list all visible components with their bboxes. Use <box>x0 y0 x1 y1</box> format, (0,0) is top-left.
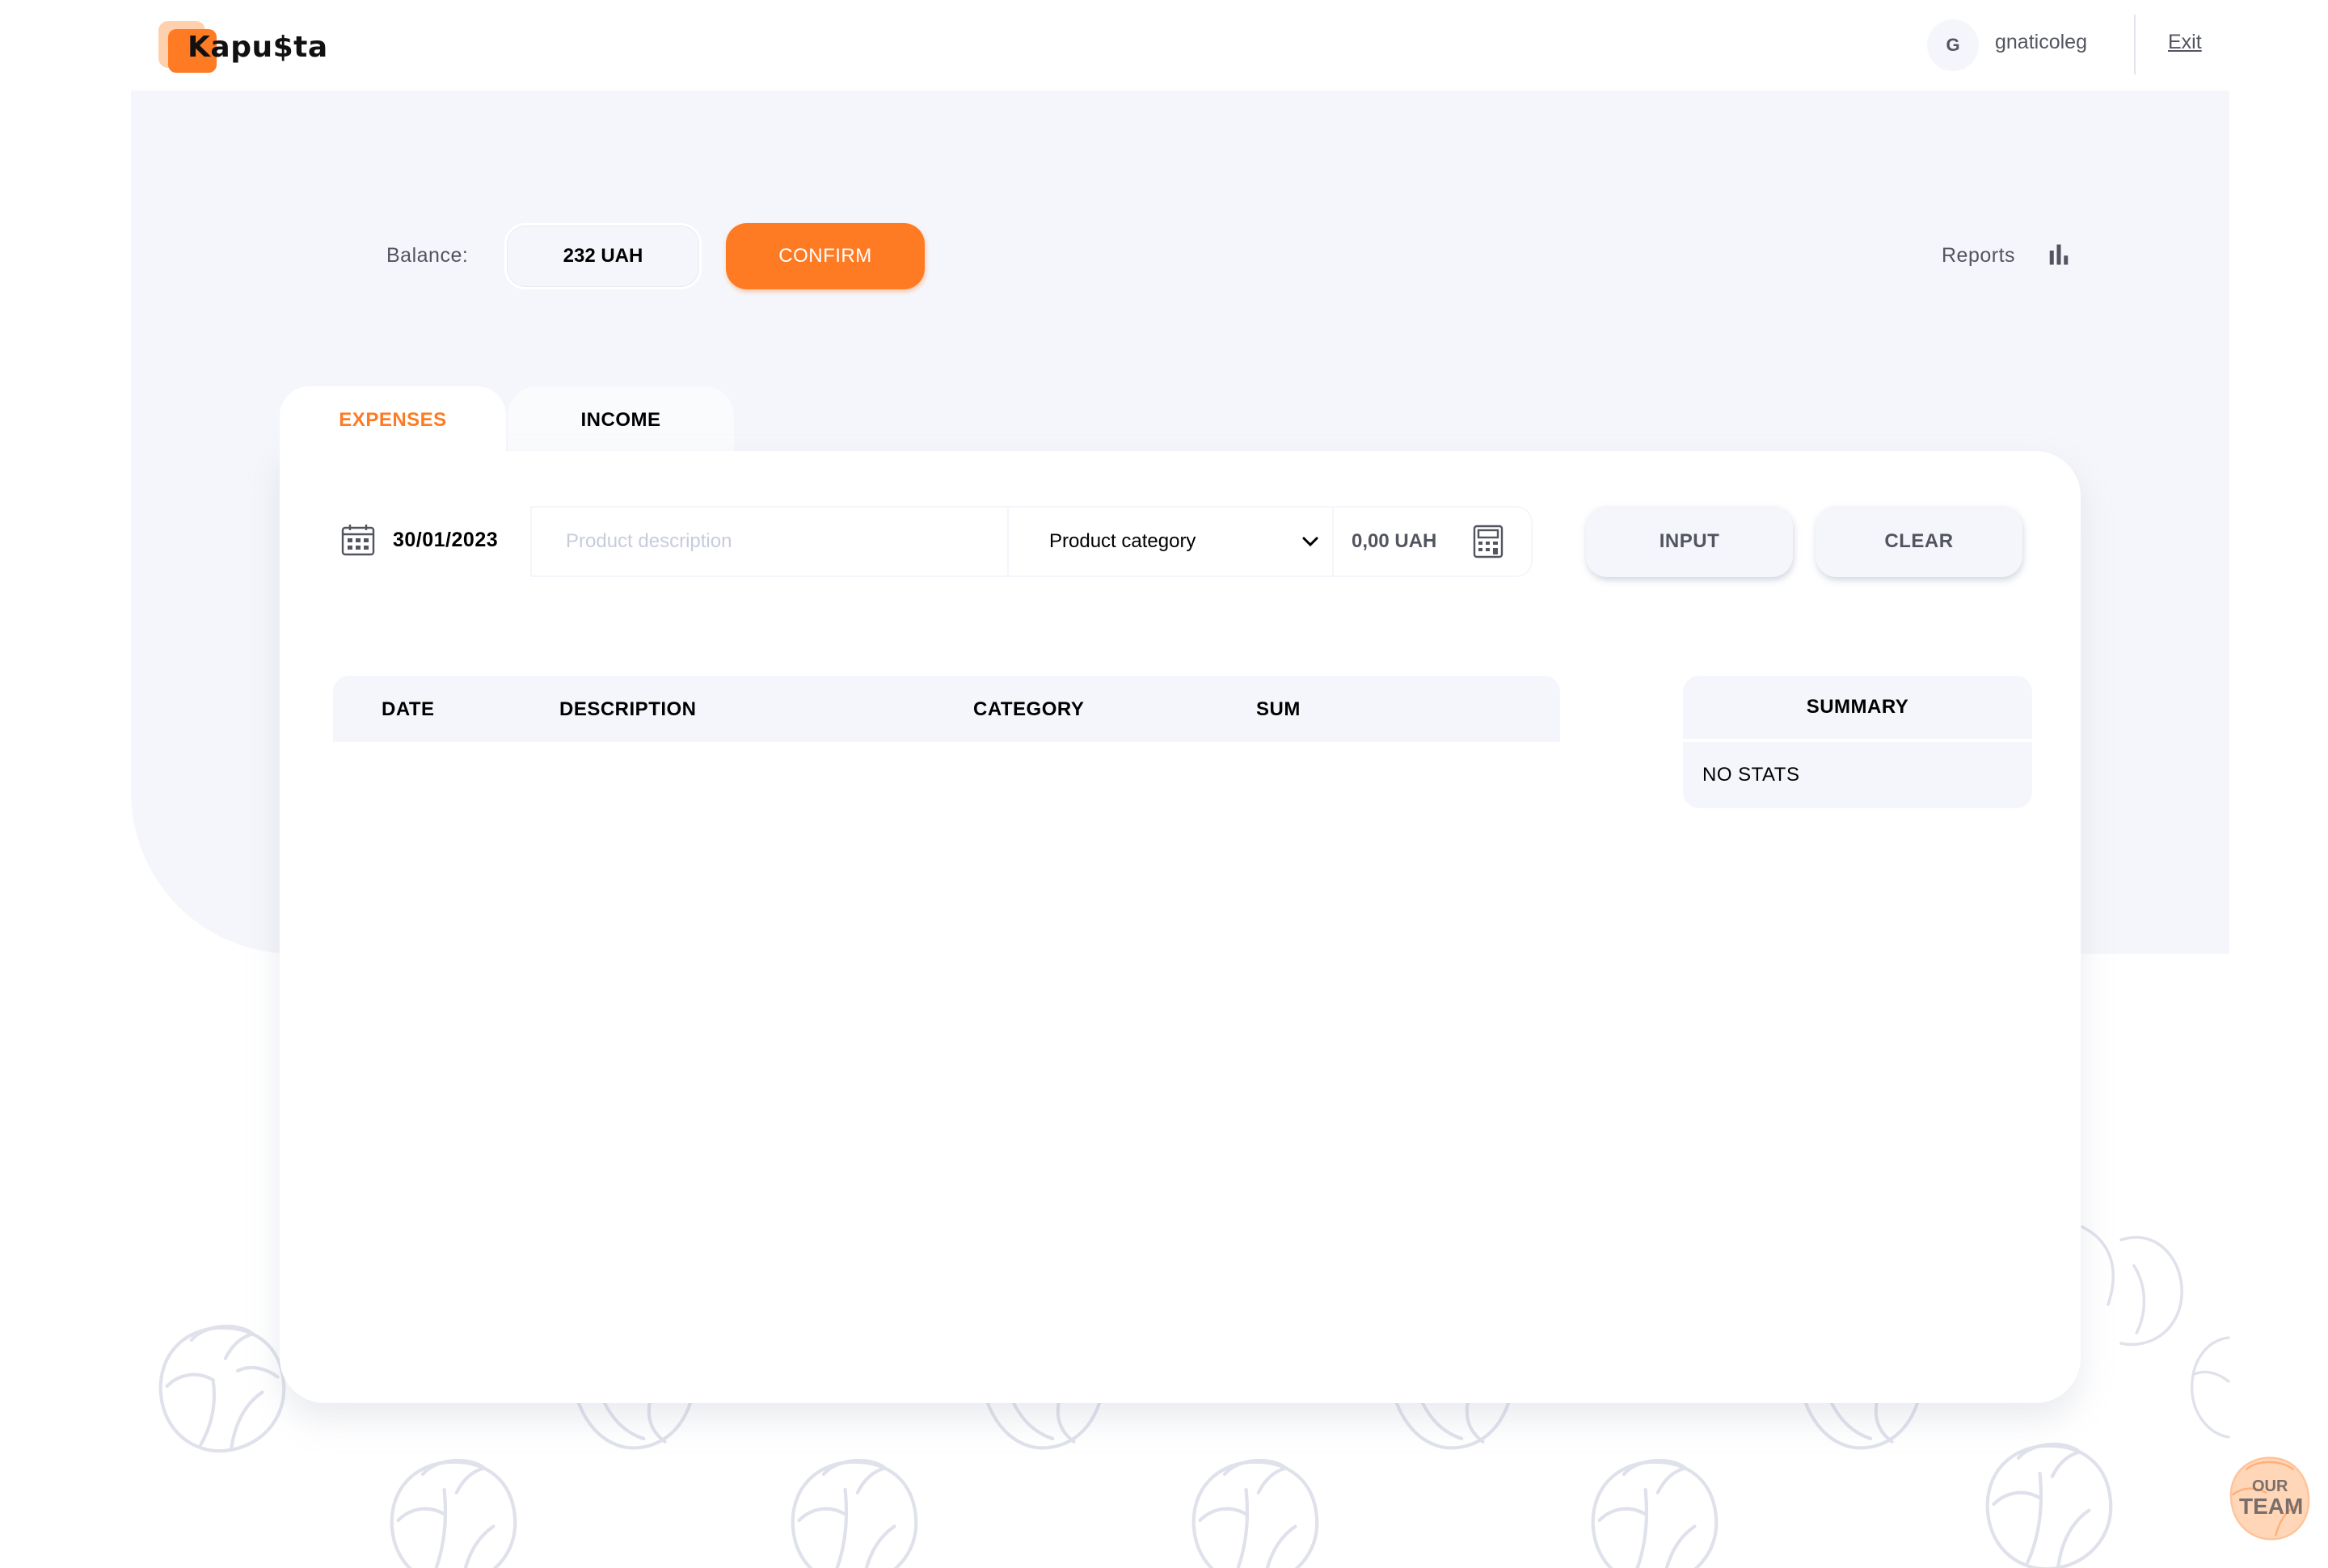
cabbage-decoration-icon <box>1985 1442 2113 1568</box>
balance-field[interactable]: 232 UAH <box>504 223 702 289</box>
exit-link[interactable]: Exit <box>2168 31 2202 54</box>
chevron-down-icon <box>1302 537 1318 547</box>
transactions-table-header: DATE DESCRIPTION CATEGORY SUM <box>333 676 1560 742</box>
cabbage-decoration-icon <box>2191 1336 2230 1439</box>
summary-panel: SUMMARY NO STATS <box>1683 676 2032 808</box>
app-header: Kapu$ta G gnaticoleg Exit <box>0 0 2328 91</box>
cabbage-decoration-icon <box>1591 1458 1719 1568</box>
product-description-input[interactable] <box>532 508 1009 575</box>
transactions-card <box>280 451 2081 1403</box>
confirm-button[interactable]: CONFIRM <box>726 223 925 289</box>
calculator-icon[interactable] <box>1473 525 1504 558</box>
avatar: G <box>1927 19 1979 71</box>
sum-placeholder: 0,00 UAH <box>1352 530 1437 552</box>
username: gnaticoleg <box>1995 31 2087 53</box>
category-select-value: Product category <box>1049 530 1196 552</box>
column-header-sum: SUM <box>1256 698 1301 720</box>
balance-label: Balance: <box>386 244 469 267</box>
cabbage-decoration-icon <box>158 1324 286 1453</box>
summary-empty-text: NO STATS <box>1683 742 2032 808</box>
column-header-description: DESCRIPTION <box>559 698 697 720</box>
sum-input[interactable]: 0,00 UAH <box>1334 508 1531 575</box>
clear-button[interactable]: CLEAR <box>1816 506 2022 577</box>
header-divider <box>2134 15 2136 74</box>
reports-link[interactable]: Reports <box>1942 244 2015 268</box>
cabbage-decoration-icon <box>1191 1458 1319 1568</box>
tab-income[interactable]: INCOME <box>508 386 734 454</box>
column-header-date: DATE <box>382 698 435 720</box>
column-header-category: CATEGORY <box>973 698 1085 720</box>
product-category-select[interactable]: Product category <box>1009 508 1334 575</box>
tab-expenses[interactable]: EXPENSES <box>280 386 506 454</box>
our-team-label-line2: TEAM <box>2239 1494 2304 1519</box>
logo-text: Kapu$ta <box>188 31 328 64</box>
transaction-form: Product category 0,00 UAH <box>530 506 1533 577</box>
cabbage-decoration-icon <box>390 1458 517 1568</box>
input-button[interactable]: INPUT <box>1586 506 1793 577</box>
date-value: 30/01/2023 <box>393 528 499 551</box>
cabbage-decoration-icon <box>2081 1225 2183 1347</box>
summary-title: SUMMARY <box>1683 676 2032 739</box>
bar-chart-icon[interactable] <box>2047 242 2071 267</box>
date-picker[interactable]: 30/01/2023 <box>341 522 498 558</box>
cabbage-decoration-icon <box>791 1458 918 1568</box>
calendar-icon <box>341 525 375 556</box>
